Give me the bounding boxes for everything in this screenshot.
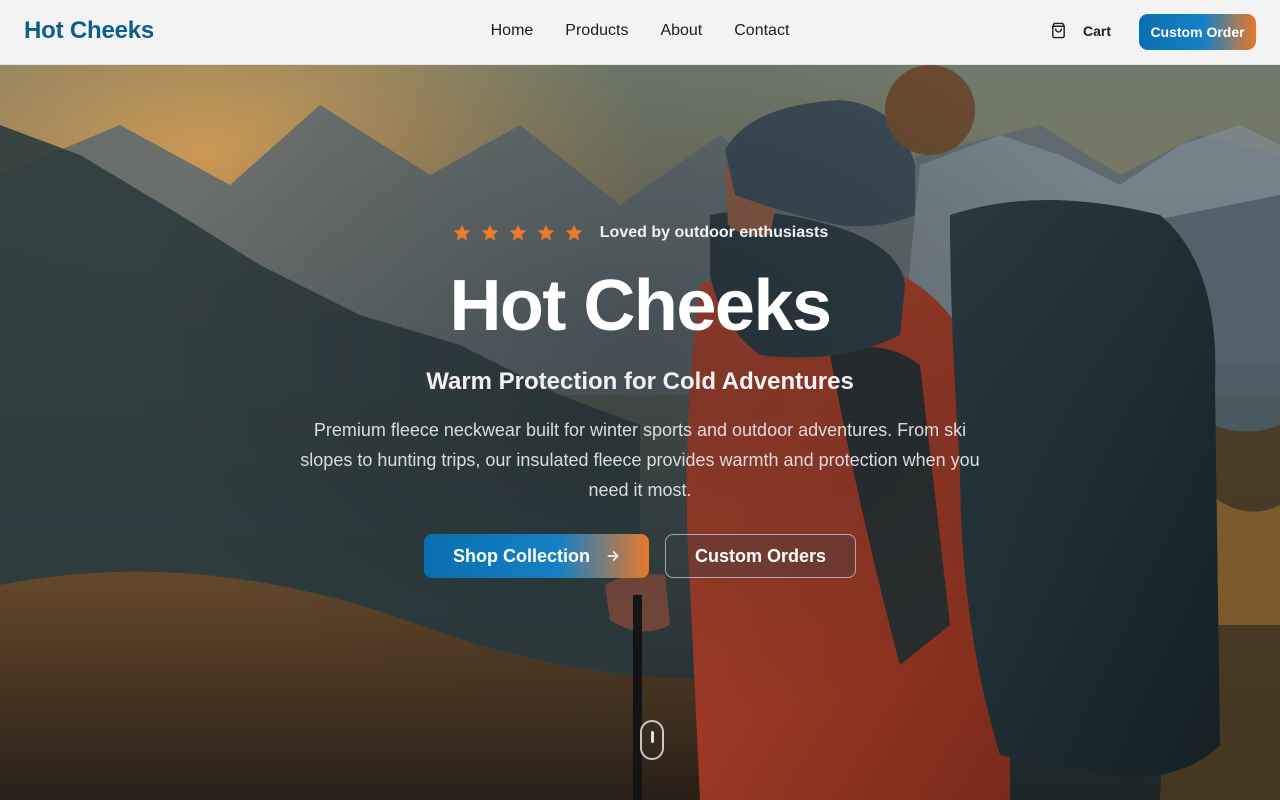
arrow-right-icon xyxy=(606,549,620,563)
hero-title: Hot Cheeks xyxy=(449,266,832,346)
custom-order-button[interactable]: Custom Order xyxy=(1139,14,1256,50)
nav-link-home[interactable]: Home xyxy=(475,22,550,40)
nav-link-contact[interactable]: Contact xyxy=(718,22,805,40)
scroll-wheel-dot xyxy=(651,731,654,743)
shop-collection-label: Shop Collection xyxy=(453,545,590,566)
nav-link-products[interactable]: Products xyxy=(549,22,644,40)
star-rating xyxy=(452,223,584,243)
star-icon xyxy=(452,223,472,243)
hero-subtitle: Warm Protection for Cold Adventures xyxy=(426,368,854,395)
custom-orders-button[interactable]: Custom Orders xyxy=(665,534,856,578)
star-icon xyxy=(564,223,584,243)
star-icon xyxy=(536,223,556,243)
hero-description: Premium fleece neckwear built for winter… xyxy=(300,420,980,500)
star-icon xyxy=(480,223,500,243)
hero-section: Loved by outdoor enthusiasts Hot Cheeks … xyxy=(0,65,1280,800)
mouse-scroll-icon[interactable] xyxy=(640,720,664,760)
top-navbar: Hot Cheeks Home Products About Contact C… xyxy=(0,0,1280,65)
nav-link-about[interactable]: About xyxy=(644,22,718,40)
cart-link[interactable]: Cart xyxy=(1050,22,1111,39)
shopping-bag-icon xyxy=(1050,22,1067,39)
shop-collection-button[interactable]: Shop Collection xyxy=(424,534,649,578)
star-icon xyxy=(508,223,528,243)
rating-row: Loved by outdoor enthusiasts xyxy=(0,223,1280,243)
rating-text: Loved by outdoor enthusiasts xyxy=(599,224,829,241)
cart-label: Cart xyxy=(1083,22,1112,39)
